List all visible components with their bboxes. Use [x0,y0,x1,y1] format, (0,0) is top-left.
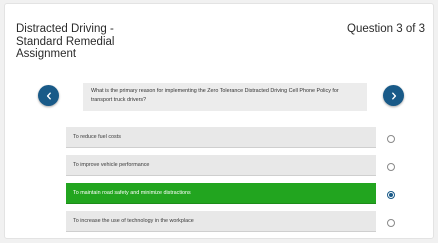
answer-option-3[interactable]: To maintain road safety and minimize dis… [66,183,376,204]
next-question-button[interactable] [383,85,404,106]
chevron-left-icon [46,92,51,100]
answer-radio-3[interactable] [387,191,395,199]
quiz-card: Distracted Driving - Standard Remedial A… [4,3,434,239]
answer-option-2[interactable]: To improve vehicle performance [66,155,376,176]
chevron-right-icon [391,92,396,100]
question-text: What is the primary reason for implement… [83,83,367,111]
answer-option-4[interactable]: To increase the use of technology in the… [66,211,376,232]
assignment-title: Distracted Driving - Standard Remedial A… [16,23,115,60]
answer-option-1[interactable]: To reduce fuel costs [66,127,376,148]
answer-radio-4[interactable] [387,219,395,227]
question-counter: Question 3 of 3 [347,23,425,35]
answer-radio-1[interactable] [387,135,395,143]
answer-radio-2[interactable] [387,163,395,171]
previous-question-button[interactable] [38,85,59,106]
